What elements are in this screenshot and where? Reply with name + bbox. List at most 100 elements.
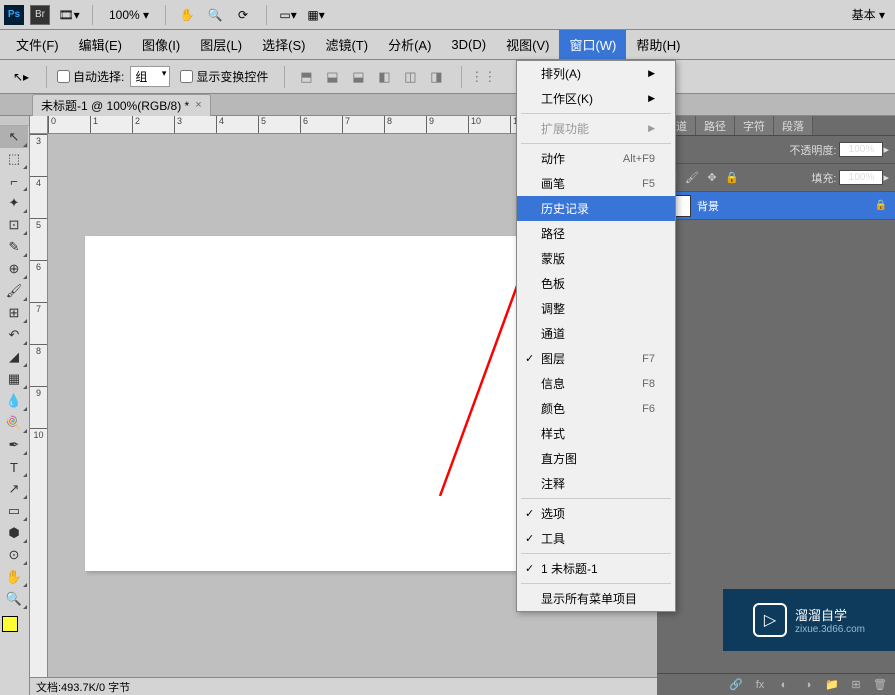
crop-tool[interactable]: ⊡ [0, 214, 28, 236]
move-tool[interactable]: ↖ [0, 126, 28, 148]
auto-select-checkbox[interactable]: 自动选择: [57, 68, 124, 85]
ruler-origin[interactable] [30, 116, 48, 134]
chevron-icon[interactable]: ▸ [883, 171, 889, 184]
hand-tool[interactable]: ✋ [0, 566, 28, 588]
align-right-icon[interactable]: ◨ [425, 66, 447, 88]
blur-tool[interactable]: 💧 [0, 390, 28, 412]
document-tab[interactable]: 未标题-1 @ 100%(RGB/8) * × [32, 94, 211, 116]
foreground-color[interactable] [2, 616, 18, 632]
menu-file[interactable]: 文件(F) [6, 30, 69, 59]
align-bottom-icon[interactable]: ⬓ [347, 66, 369, 88]
align-vcenter-icon[interactable]: ⬓ [321, 66, 343, 88]
align-hcenter-icon[interactable]: ◫ [399, 66, 421, 88]
menu-layer[interactable]: 图层(L) [190, 30, 252, 59]
menu-item[interactable]: 颜色F6 [517, 396, 675, 421]
panel-tab-paths[interactable]: 路径 [696, 116, 735, 135]
gradient-tool[interactable]: ▦ [0, 368, 28, 390]
zoom-tool[interactable]: 🔍 [0, 588, 28, 610]
menu-item[interactable]: 蒙版 [517, 246, 675, 271]
shape-tool[interactable]: ▭ [0, 500, 28, 522]
filmstrip-icon[interactable]: 🎞▾ [56, 3, 82, 27]
close-icon[interactable]: × [195, 99, 201, 111]
pan-tool-icon[interactable]: ✋ [174, 3, 200, 27]
arrange-documents-icon[interactable]: ▦▾ [303, 3, 329, 27]
delete-layer-icon[interactable]: 🗑 [871, 676, 889, 694]
menu-item[interactable]: 画笔F5 [517, 171, 675, 196]
palette-grip[interactable] [0, 116, 29, 126]
3d-tool[interactable]: ⬢ [0, 522, 28, 544]
zoom-tool-icon[interactable]: 🔍 [202, 3, 228, 27]
lock-brush-icon[interactable]: 🖌 [683, 169, 701, 187]
menu-help[interactable]: 帮助(H) [626, 30, 690, 59]
adjustment-layer-icon[interactable]: ◑ [799, 676, 817, 694]
show-transform-checkbox[interactable]: 显示变换控件 [180, 68, 268, 85]
panel-tab-paragraph[interactable]: 段落 [774, 116, 813, 135]
layer-mask-icon[interactable]: ◐ [775, 676, 793, 694]
vertical-ruler[interactable]: 3 4 5 6 7 8 9 10 [30, 134, 48, 695]
menu-image[interactable]: 图像(I) [132, 30, 190, 59]
eyedropper-tool[interactable]: ✎ [0, 236, 28, 258]
new-layer-icon[interactable]: ⊞ [847, 676, 865, 694]
move-tool-indicator-icon[interactable]: ↖▸ [8, 65, 34, 89]
align-top-icon[interactable]: ⬒ [295, 66, 317, 88]
menu-analysis[interactable]: 分析(A) [378, 30, 441, 59]
menu-item[interactable]: 排列(A)▶ [517, 61, 675, 86]
3d-camera-tool[interactable]: ⊙ [0, 544, 28, 566]
menu-item[interactable]: 样式 [517, 421, 675, 446]
menu-item[interactable]: 图层F7 [517, 346, 675, 371]
brush-tool[interactable]: 🖌 [0, 280, 28, 302]
menu-3d[interactable]: 3D(D) [441, 32, 496, 57]
magic-wand-tool[interactable]: ✦ [0, 192, 28, 214]
menu-item[interactable]: 调整 [517, 296, 675, 321]
menu-item[interactable]: 动作Alt+F9 [517, 146, 675, 171]
opacity-input[interactable]: 100% [839, 142, 883, 157]
lock-icon[interactable]: 🔒 [875, 200, 887, 211]
document-canvas[interactable] [85, 236, 585, 571]
history-brush-tool[interactable]: ↶ [0, 324, 28, 346]
menu-select[interactable]: 选择(S) [252, 30, 315, 59]
menu-item[interactable]: 通道 [517, 321, 675, 346]
dodge-tool[interactable]: 🍭 [0, 412, 28, 434]
rotate-view-icon[interactable]: ⟳ [230, 3, 256, 27]
menu-filter[interactable]: 滤镜(T) [315, 30, 378, 59]
auto-select-input[interactable] [57, 70, 70, 83]
menu-item[interactable]: 1 未标题-1 [517, 556, 675, 581]
menu-item[interactable]: 路径 [517, 221, 675, 246]
menu-edit[interactable]: 编辑(E) [69, 30, 132, 59]
auto-select-type[interactable]: 组 [130, 66, 170, 87]
menu-item[interactable]: 历史记录 [517, 196, 675, 221]
menu-item[interactable]: 工作区(K)▶ [517, 86, 675, 111]
show-transform-input[interactable] [180, 70, 193, 83]
menu-item[interactable]: 注释 [517, 471, 675, 496]
color-swatches[interactable] [0, 614, 29, 634]
menu-item[interactable]: 选项 [517, 501, 675, 526]
lock-all-icon[interactable]: 🔒 [723, 169, 741, 187]
workspace-label[interactable]: 基本 ▾ [846, 6, 891, 23]
pen-tool[interactable]: ✒ [0, 434, 28, 456]
lock-position-icon[interactable]: ✥ [703, 169, 721, 187]
new-group-icon[interactable]: 📁 [823, 676, 841, 694]
menu-item[interactable]: 色板 [517, 271, 675, 296]
link-layers-icon[interactable]: 🔗 [727, 676, 745, 694]
marquee-tool[interactable]: ⬚ [0, 148, 28, 170]
align-left-icon[interactable]: ◧ [373, 66, 395, 88]
path-select-tool[interactable]: ↗ [0, 478, 28, 500]
layer-style-icon[interactable]: fx [751, 676, 769, 694]
screen-mode-icon[interactable]: ▭▾ [275, 3, 301, 27]
menu-item[interactable]: 工具 [517, 526, 675, 551]
bridge-icon[interactable]: Br [30, 5, 50, 25]
chevron-icon[interactable]: ▸ [883, 143, 889, 156]
menu-item[interactable]: 显示所有菜单项目 [517, 586, 675, 611]
menu-item[interactable]: 信息F8 [517, 371, 675, 396]
eraser-tool[interactable]: ◢ [0, 346, 28, 368]
fill-input[interactable]: 100% [839, 170, 883, 185]
zoom-display[interactable]: 100% ▾ [101, 8, 157, 22]
menu-view[interactable]: 视图(V) [496, 30, 559, 59]
distribute-icon[interactable]: ⋮⋮ [472, 66, 494, 88]
layer-item-background[interactable]: 背景 🔒 [657, 192, 895, 220]
menu-item[interactable]: 直方图 [517, 446, 675, 471]
text-tool[interactable]: T [0, 456, 28, 478]
healing-brush-tool[interactable]: ⊕ [0, 258, 28, 280]
lasso-tool[interactable]: ⌐ [0, 170, 28, 192]
panel-tab-character[interactable]: 字符 [735, 116, 774, 135]
